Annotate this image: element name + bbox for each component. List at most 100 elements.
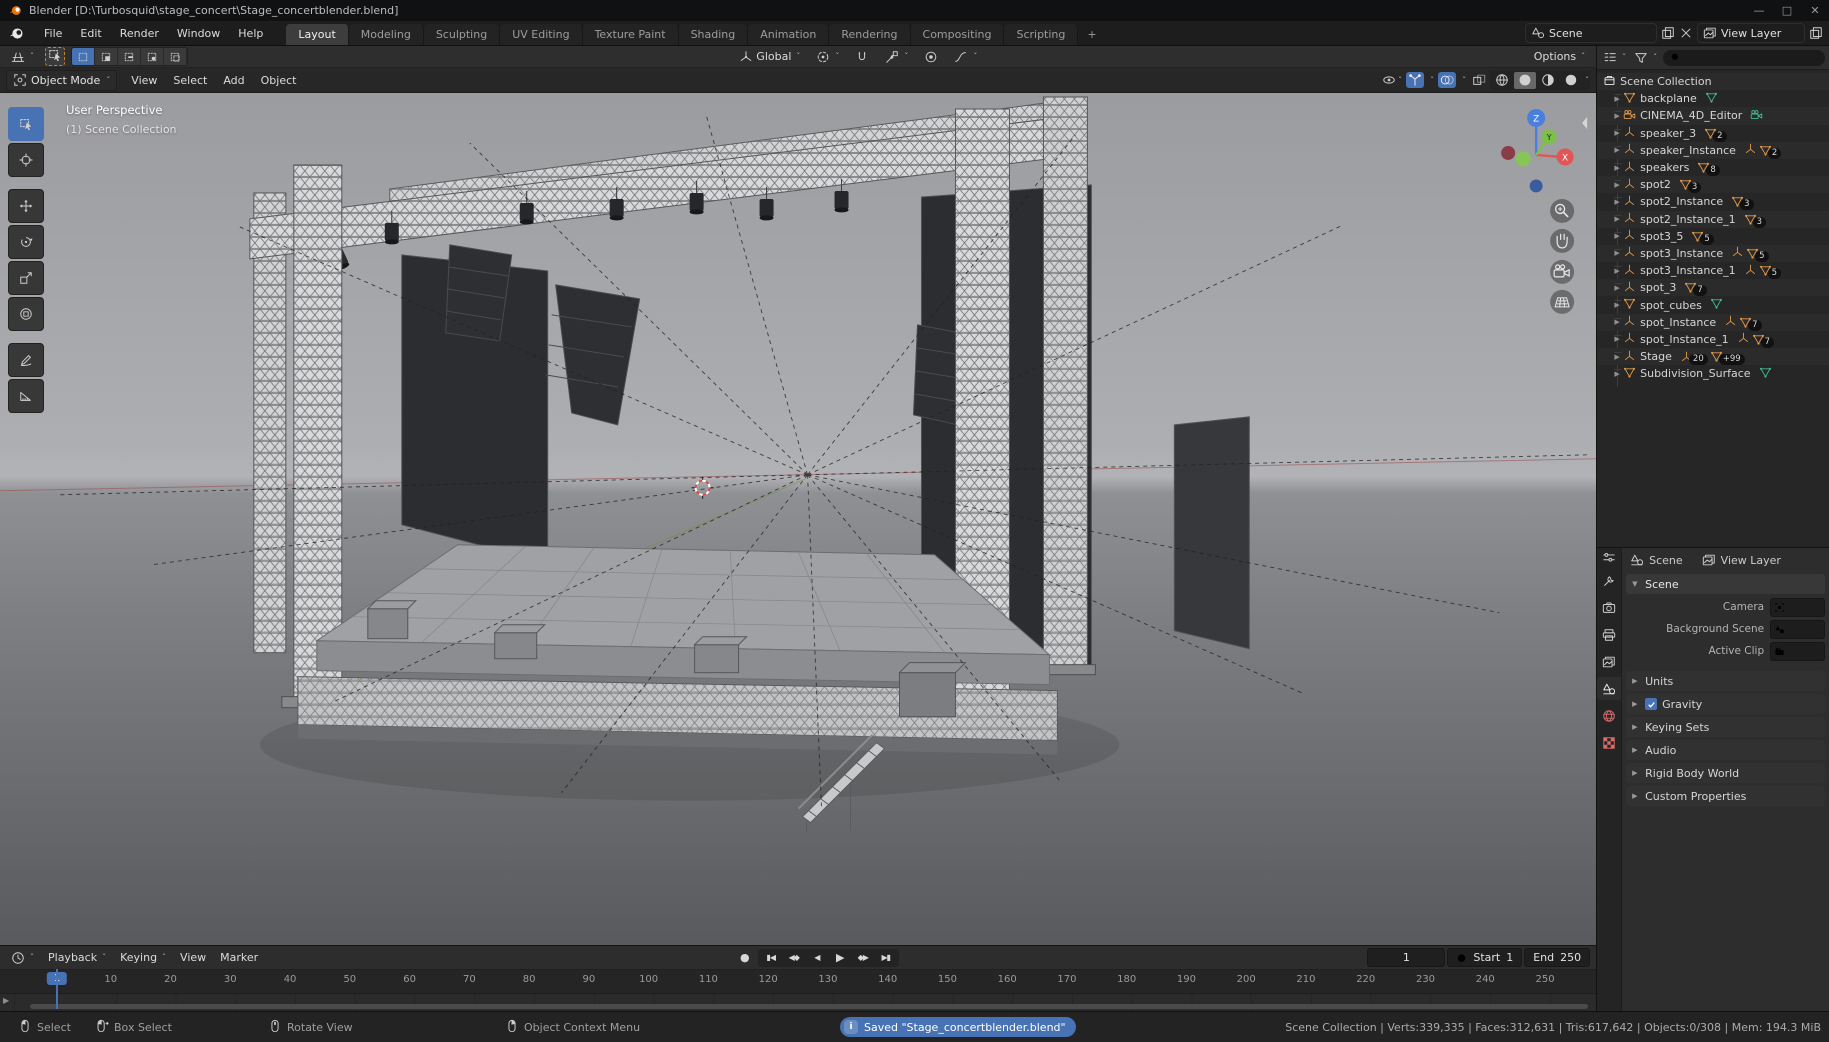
transform-orientation-dropdown[interactable]: Global ˇ xyxy=(734,49,805,65)
timeline-editor-type-button[interactable]: ˇ xyxy=(6,950,39,966)
ruler-tick-40[interactable]: 40 xyxy=(284,974,297,985)
pivot-point-dropdown[interactable]: ˇ xyxy=(811,49,844,65)
ruler-tick-220[interactable]: 220 xyxy=(1356,974,1375,985)
unlink-scene-button[interactable] xyxy=(1679,26,1693,40)
panel-rigid-body-world[interactable]: ▶ Rigid Body World xyxy=(1626,763,1825,783)
jump-to-start-button[interactable]: ▮◀ xyxy=(760,950,782,966)
disclosure-arrow[interactable]: ▶ xyxy=(1611,232,1623,240)
background-scene-field[interactable] xyxy=(1770,619,1825,639)
ruler-tick-240[interactable]: 240 xyxy=(1476,974,1495,985)
breadcrumb-view-layer[interactable]: View Layer xyxy=(1721,554,1781,567)
viewport-menu-object[interactable]: Object xyxy=(253,74,305,87)
minimize-button[interactable]: — xyxy=(1745,4,1773,17)
outliner-row-spot2-instance[interactable]: ▶ spot2_Instance 3 xyxy=(1597,193,1829,211)
ruler-tick-160[interactable]: 160 xyxy=(998,974,1017,985)
outliner-row-stage[interactable]: ▶ Stage 20 +99 xyxy=(1597,348,1829,366)
disclosure-arrow[interactable]: ▶ xyxy=(1611,164,1623,172)
shading-rendered-button[interactable] xyxy=(1560,72,1582,89)
outliner-row-backplane[interactable]: ▶ backplane xyxy=(1597,90,1829,107)
jump-to-end-button[interactable]: ▶▮ xyxy=(875,950,897,966)
snap-toggle[interactable] xyxy=(850,49,874,65)
ruler-tick-20[interactable]: 20 xyxy=(164,974,177,985)
proportional-editing-toggle[interactable] xyxy=(919,49,943,65)
ruler-tick-110[interactable]: 110 xyxy=(699,974,718,985)
outliner-search[interactable] xyxy=(1663,49,1825,66)
outliner-row-spot2-instance-1[interactable]: ▶ spot2_Instance_1 3 xyxy=(1597,210,1829,228)
auto-keying-toggle[interactable]: ● xyxy=(734,950,756,966)
ruler-tick-50[interactable]: 50 xyxy=(343,974,356,985)
close-button[interactable]: ✕ xyxy=(1801,4,1829,17)
select-mode-subtract[interactable] xyxy=(118,48,141,65)
disclosure-arrow[interactable]: ▶ xyxy=(1611,215,1623,223)
properties-tab-view-layer[interactable] xyxy=(1597,650,1621,673)
nav-pan-button[interactable] xyxy=(1550,228,1575,253)
panel-gravity[interactable]: ▶ Gravity xyxy=(1626,694,1825,714)
ruler-tick-150[interactable]: 150 xyxy=(938,974,957,985)
breadcrumb-scene[interactable]: Scene xyxy=(1649,554,1683,567)
menu-help[interactable]: Help xyxy=(229,27,272,40)
workspace-tab-rendering[interactable]: Rendering xyxy=(829,24,911,45)
scene-panel-header[interactable]: ▼ Scene xyxy=(1626,574,1825,594)
outliner-row-spot-instance-1[interactable]: ▶ spot_Instance_1 7 xyxy=(1597,331,1829,348)
workspace-tab-modeling[interactable]: Modeling xyxy=(348,24,424,45)
outliner-row-subdivision-surface[interactable]: ▶ Subdivision_Surface xyxy=(1597,365,1829,382)
ruler-tick-80[interactable]: 80 xyxy=(523,974,536,985)
disclosure-arrow[interactable]: ▶ xyxy=(1611,249,1623,257)
outliner-row-spot3-instance[interactable]: ▶ spot3_Instance 5 xyxy=(1597,244,1829,263)
panel-audio[interactable]: ▶ Audio xyxy=(1626,740,1825,760)
outliner-row-spot-3[interactable]: ▶ spot_3 7 xyxy=(1597,279,1829,297)
snap-target-dropdown[interactable]: ˇ xyxy=(880,49,913,65)
properties-editor-type-button[interactable] xyxy=(1602,551,1616,565)
frame-end-field[interactable]: End 250 xyxy=(1524,948,1591,967)
tool-select-box[interactable] xyxy=(8,107,44,141)
menu-file[interactable]: File xyxy=(35,27,71,40)
jump-to-next-keyframe-button[interactable]: ◆▶ xyxy=(852,950,874,966)
scene-icon[interactable] xyxy=(1507,26,1521,40)
outliner-row-spot-cubes[interactable]: ▶ spot_cubes xyxy=(1597,296,1829,313)
ruler-tick-210[interactable]: 210 xyxy=(1296,974,1315,985)
navigation-gizmo[interactable]: Z Y X xyxy=(1501,108,1574,193)
timeline-channel-expander[interactable]: ▶ xyxy=(3,996,9,1005)
workspace-tab-shading[interactable]: Shading xyxy=(678,24,749,45)
remove-view-layer-button[interactable] xyxy=(1809,26,1823,40)
ruler-tick-250[interactable]: 250 xyxy=(1535,974,1554,985)
playhead[interactable] xyxy=(56,969,58,1009)
ruler-tick-100[interactable]: 100 xyxy=(639,974,658,985)
properties-tab-render[interactable] xyxy=(1597,596,1621,619)
show-gizmo-toggle[interactable] xyxy=(1406,72,1425,88)
shading-solid-button[interactable] xyxy=(1514,71,1537,89)
view-layer-selector[interactable]: View Layer xyxy=(1697,23,1805,43)
disclosure-arrow[interactable]: ▶ xyxy=(1611,112,1623,120)
timeline-menu-view[interactable]: View xyxy=(173,951,213,964)
outliner-filter-button[interactable]: ˇ xyxy=(1632,51,1659,65)
panel-units[interactable]: ▶ Units xyxy=(1626,671,1825,691)
timeline-scrollbar[interactable] xyxy=(30,1004,1589,1009)
disclosure-arrow[interactable]: ▶ xyxy=(1611,146,1623,154)
gravity-checkbox[interactable] xyxy=(1645,698,1658,710)
options-dropdown[interactable]: Options ˇ xyxy=(1529,49,1590,64)
tool-transform[interactable] xyxy=(8,297,44,331)
timeline-menu-playback[interactable]: Playback ˇ xyxy=(41,951,113,964)
workspace-tab-scripting[interactable]: Scripting xyxy=(1004,24,1079,45)
outliner-row-spot3-5[interactable]: ▶ spot3_5 5 xyxy=(1597,228,1829,245)
camera-field[interactable] xyxy=(1770,597,1825,617)
tool-measure[interactable] xyxy=(8,379,44,413)
tool-cursor[interactable] xyxy=(8,143,44,177)
active-tool-indicator[interactable] xyxy=(45,47,65,66)
shading-dropdown[interactable]: ˇ xyxy=(1585,76,1589,85)
editor-type-button[interactable]: ˇ xyxy=(6,49,39,65)
timeline-menu-keying[interactable]: Keying ˇ xyxy=(113,951,173,964)
viewport-menu-view[interactable]: View xyxy=(123,74,165,87)
outliner-search-input[interactable] xyxy=(1685,51,1818,64)
current-frame-field[interactable]: 1 xyxy=(1367,948,1446,967)
menu-render[interactable]: Render xyxy=(111,27,168,40)
overlays-dropdown[interactable]: ˇ xyxy=(1458,75,1468,86)
outliner-row-speaker-3[interactable]: ▶ speaker_3 2 xyxy=(1597,125,1829,142)
stage-deck[interactable] xyxy=(297,544,1058,755)
ruler-tick-70[interactable]: 70 xyxy=(463,974,476,985)
outliner-row-cinema-4d-editor[interactable]: ▶ CINEMA_4D_Editor xyxy=(1597,107,1829,125)
disclosure-arrow[interactable]: ▶ xyxy=(1611,267,1623,275)
workspace-tab-animation[interactable]: Animation xyxy=(748,24,830,45)
workspace-tab-sculpting[interactable]: Sculpting xyxy=(423,24,501,45)
disclosure-arrow[interactable]: ▶ xyxy=(1611,301,1623,309)
